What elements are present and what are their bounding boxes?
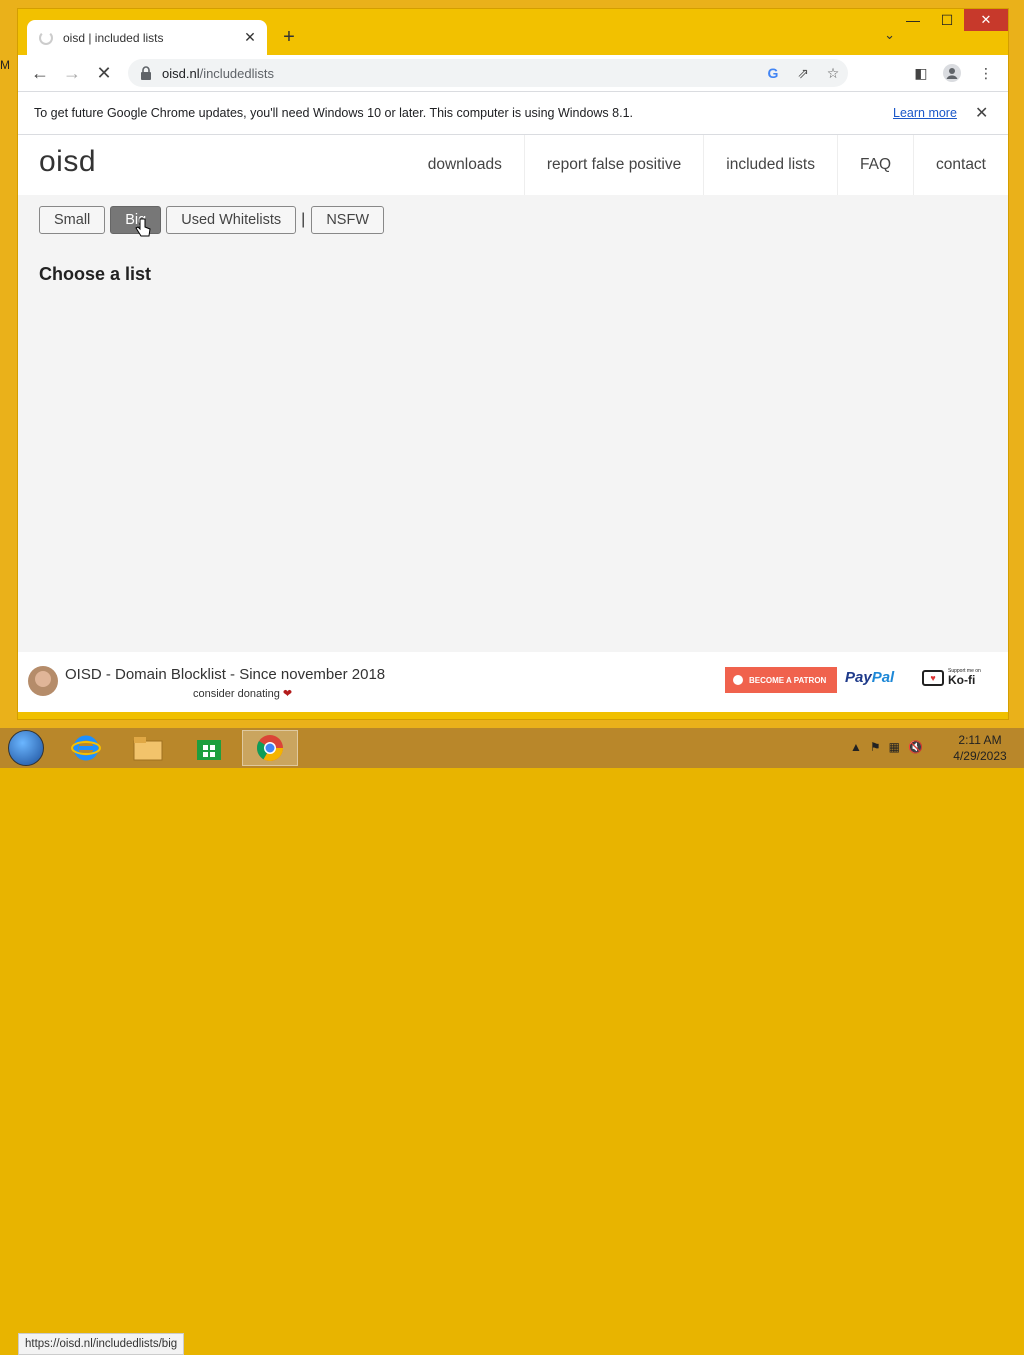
close-window-icon[interactable]: ✕ [964, 9, 1008, 31]
infobar-close-icon[interactable]: ✕ [975, 103, 988, 123]
new-tab-icon[interactable]: + [277, 25, 301, 49]
bookmark-star-icon[interactable]: ☆ [818, 65, 848, 82]
start-button-icon[interactable] [8, 730, 44, 766]
patreon-button[interactable]: BECOME A PATRON [725, 667, 837, 693]
nav-included-lists[interactable]: included lists [703, 135, 837, 195]
nav-downloads[interactable]: downloads [406, 135, 524, 195]
network-icon[interactable]: ▦ [889, 740, 900, 754]
tab-search-chevron-icon[interactable]: ⌄ [884, 27, 895, 43]
tab-title: oisd | included lists [63, 30, 164, 45]
nav-faq[interactable]: FAQ [837, 135, 913, 195]
profile-avatar-icon[interactable] [939, 61, 965, 85]
chrome-menu-icon[interactable]: ⋮ [973, 61, 999, 85]
action-center-flag-icon[interactable]: ⚑ [870, 740, 881, 754]
patreon-icon [733, 675, 743, 685]
site-header: oisd downloads report false positive inc… [18, 135, 1008, 195]
internet-explorer-icon[interactable] [58, 730, 114, 766]
browser-tab[interactable]: oisd | included lists ✕ [27, 20, 267, 55]
taskbar: ▲ ⚑ ▦ 🔇 2:11 AM 4/29/2023 [0, 728, 1024, 768]
volume-muted-icon[interactable]: 🔇 [908, 740, 923, 754]
link-status-bubble: https://oisd.nl/includedlists/big [18, 1333, 185, 1355]
back-arrow-icon[interactable]: ← [28, 61, 52, 85]
address-bar[interactable]: oisd.nl/includedlists G ⇗ ☆ [128, 59, 848, 87]
system-tray: ▲ ⚑ ▦ 🔇 [850, 740, 923, 754]
clock-time: 2:11 AM [958, 733, 1002, 747]
side-panel-icon[interactable]: ◧ [908, 61, 934, 85]
forward-arrow-icon[interactable]: → [60, 61, 84, 85]
list-selector: Small Big Used Whitelists | NSFW [39, 206, 389, 234]
heart-icon: ❤ [282, 688, 293, 700]
kofi-button[interactable]: ♥ Support me on Ko-fi [922, 669, 981, 686]
update-infobar: To get future Google Chrome updates, you… [18, 91, 1008, 135]
chrome-taskbar-icon[interactable] [242, 730, 298, 766]
nav-contact[interactable]: contact [913, 135, 1008, 195]
loading-spinner-icon [39, 30, 53, 45]
share-icon[interactable]: ⇗ [788, 65, 818, 82]
tab-close-icon[interactable]: ✕ [241, 29, 259, 46]
infobar-message: To get future Google Chrome updates, you… [34, 106, 633, 120]
desktop-edge-text: M [0, 58, 10, 72]
button-separator: | [301, 211, 306, 228]
maximize-icon[interactable]: ☐ [930, 9, 964, 31]
learn-more-link[interactable]: Learn more [893, 106, 957, 120]
site-logo[interactable]: oisd [39, 145, 96, 179]
minimize-icon[interactable]: — [896, 9, 930, 31]
taskbar-clock[interactable]: 2:11 AM 4/29/2023 [944, 732, 1016, 764]
store-icon[interactable] [181, 730, 237, 766]
small-list-button[interactable]: Small [39, 206, 106, 234]
clock-date: 4/29/2023 [953, 749, 1007, 763]
stop-loading-icon[interactable]: ✕ [92, 61, 116, 85]
site-footer: OISD - Domain Blocklist - Since november… [18, 652, 1008, 1355]
page-heading: Choose a list [39, 264, 152, 284]
nsfw-list-button[interactable]: NSFW [311, 206, 384, 234]
footer-title: OISD - Domain Blocklist - Since november… [65, 666, 386, 683]
browser-window: oisd | included lists ✕ + ⌄ — ☐ ✕ ← → ✕ … [17, 8, 1009, 1355]
url-text[interactable]: oisd.nl/includedlists [162, 66, 758, 81]
hand-cursor-icon [135, 218, 151, 243]
kofi-cup-icon: ♥ [922, 669, 944, 686]
footer-donate-text: consider donating ❤ [193, 688, 293, 700]
browser-toolbar: ← → ✕ oisd.nl/includedlists G ⇗ ☆ ◧ ⋮ [18, 55, 1008, 91]
nav-report-false-positive[interactable]: report false positive [523, 135, 703, 195]
site-nav: downloads report false positive included… [406, 135, 1008, 195]
lock-icon[interactable] [140, 66, 152, 80]
author-avatar [28, 666, 58, 696]
window-controls: — ☐ ✕ [896, 9, 1008, 35]
web-page: oisd downloads report false positive inc… [18, 135, 1008, 652]
show-hidden-icons-icon[interactable]: ▲ [850, 740, 862, 754]
used-whitelists-button[interactable]: Used Whitelists [166, 206, 297, 234]
title-bar: oisd | included lists ✕ + ⌄ — ☐ ✕ [18, 9, 1008, 55]
google-icon[interactable]: G [758, 65, 788, 81]
paypal-button[interactable]: PayPal [845, 669, 894, 686]
file-explorer-icon[interactable] [120, 730, 176, 766]
